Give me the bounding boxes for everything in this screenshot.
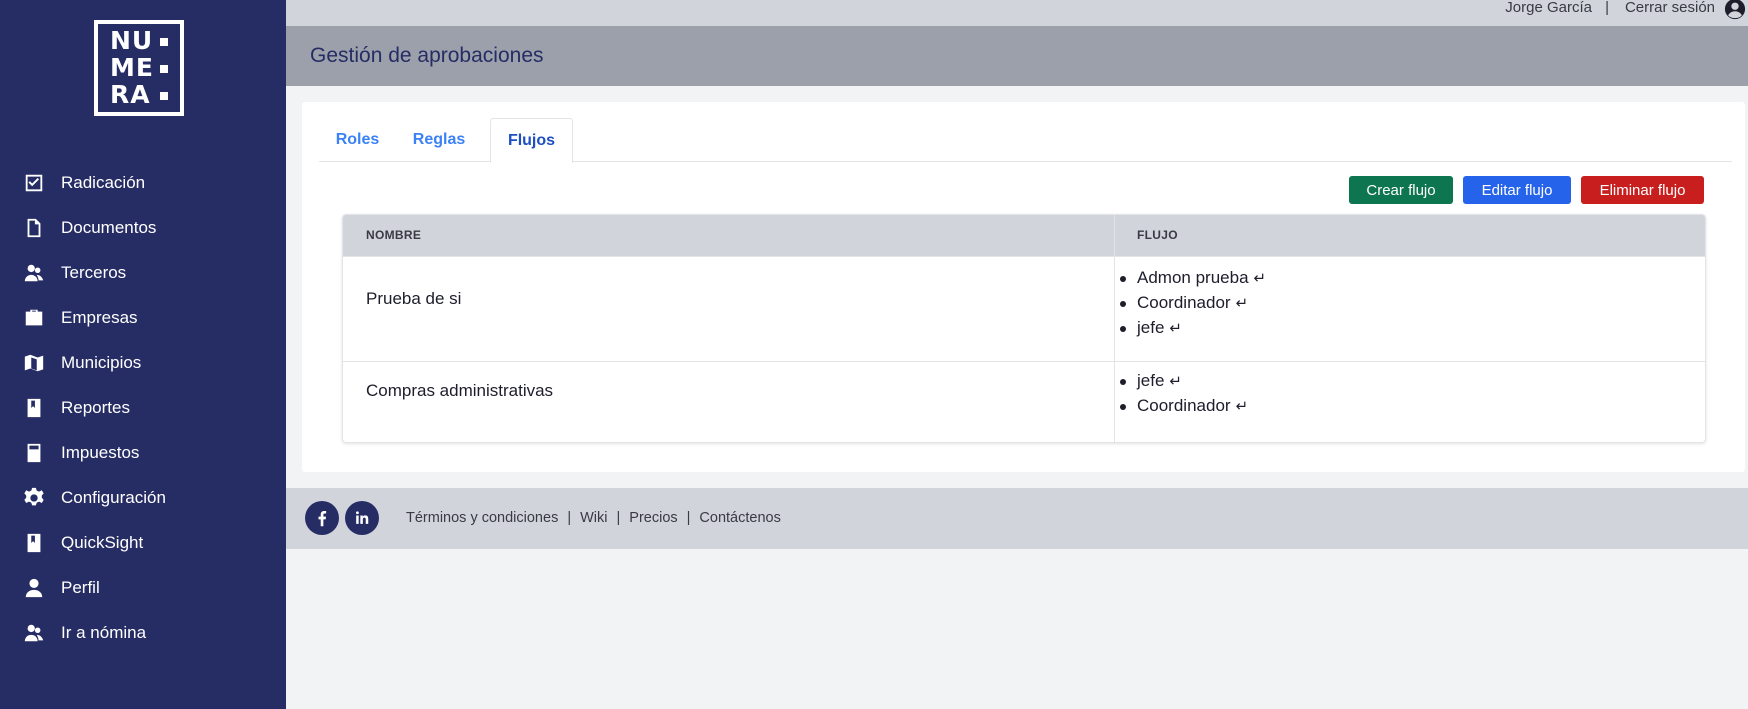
enter-arrow-icon: ↵	[1169, 373, 1182, 390]
logo-line-3: RA	[110, 80, 151, 109]
enter-arrow-icon: ↵	[1235, 398, 1249, 415]
tab-roles[interactable]: Roles	[319, 118, 396, 162]
numera-logo[interactable]: NU ME RA	[94, 20, 184, 116]
row-divider	[343, 361, 1705, 362]
flow-step: jefe ↵	[1119, 369, 1248, 394]
edit-flow-button[interactable]: Editar flujo	[1463, 176, 1571, 204]
flow-name-cell: Prueba de si	[366, 289, 462, 308]
sidebar-item-reportes[interactable]: Reportes	[0, 388, 286, 428]
create-flow-button[interactable]: Crear flujo	[1349, 176, 1453, 204]
logout-link[interactable]: Cerrar sesión	[1625, 0, 1715, 16]
footer: Términos y condiciones | Wiki | Precios …	[286, 488, 1748, 549]
logo-line-2: ME	[110, 53, 154, 82]
check-square-icon	[22, 171, 46, 195]
flow-step: jefe ↵	[1119, 316, 1266, 341]
user-circle-icon[interactable]	[1724, 0, 1746, 20]
footer-link-contact[interactable]: Contáctenos	[699, 510, 780, 526]
logo-line-1: NU	[110, 26, 154, 55]
column-divider	[1114, 215, 1115, 442]
sidebar-item-label: Reportes	[61, 398, 130, 417]
enter-arrow-icon: ↵	[1235, 295, 1249, 312]
footer-link-wiki[interactable]: Wiki	[580, 510, 607, 526]
flow-steps-list: jefe ↵ Coordinador ↵	[1119, 369, 1249, 419]
calculator-icon	[22, 441, 46, 465]
column-header-flujo: FLUJO	[1137, 228, 1178, 242]
flow-step: Coordinador ↵	[1119, 394, 1249, 419]
tab-flujos[interactable]: Flujos	[490, 118, 573, 163]
top-bar: Jorge García | Cerrar sesión	[286, 0, 1748, 26]
sidebar-item-label: Perfil	[61, 578, 100, 597]
enter-arrow-icon: ↵	[1253, 270, 1267, 287]
logo-dot	[160, 92, 168, 100]
sidebar-item-quicksight[interactable]: QuickSight	[0, 523, 286, 563]
sidebar-item-configuracion[interactable]: Configuración	[0, 478, 286, 518]
page-title: Gestión de aprobaciones	[310, 44, 544, 67]
user-name: Jorge García	[1505, 0, 1592, 16]
users-icon	[22, 621, 46, 645]
topbar-separator: |	[1605, 0, 1609, 16]
footer-link-terms[interactable]: Términos y condiciones	[406, 510, 558, 526]
footer-links: Términos y condiciones | Wiki | Precios …	[406, 510, 781, 526]
user-icon	[22, 576, 46, 600]
sidebar-item-ir-a-nomina[interactable]: Ir a nómina	[0, 613, 286, 653]
enter-arrow-icon: ↵	[1169, 320, 1182, 337]
sidebar-item-empresas[interactable]: Empresas	[0, 298, 286, 338]
sidebar-item-perfil[interactable]: Perfil	[0, 568, 286, 608]
tab-reglas[interactable]: Reglas	[396, 118, 482, 162]
flow-step: Coordinador ↵	[1119, 291, 1266, 316]
flow-step: Admon prueba ↵	[1119, 266, 1267, 291]
document-icon	[22, 216, 46, 240]
delete-flow-button[interactable]: Eliminar flujo	[1581, 176, 1704, 204]
map-icon	[22, 351, 46, 375]
linkedin-icon[interactable]	[345, 501, 379, 535]
sidebar-item-label: Radicación	[61, 173, 146, 192]
book-icon	[22, 531, 46, 555]
briefcase-icon	[22, 306, 46, 330]
tab-bar: Roles Reglas Flujos	[319, 118, 1732, 163]
users-icon	[22, 261, 46, 285]
sidebar-item-terceros[interactable]: Terceros	[0, 253, 286, 293]
flows-table: NOMBRE FLUJO Prueba de si Admon prueba ↵ …	[342, 214, 1706, 443]
sidebar: NU ME RA Radicación Documentos Terceros	[0, 0, 286, 709]
page-header: Gestión de aprobaciones	[286, 26, 1748, 86]
sidebar-item-label: Empresas	[61, 308, 138, 327]
sidebar-item-municipios[interactable]: Municipios	[0, 343, 286, 383]
gear-icon	[22, 486, 46, 510]
column-header-nombre: NOMBRE	[366, 228, 422, 242]
book-icon	[22, 396, 46, 420]
flow-steps-list: Admon prueba ↵ Coordinador ↵ jefe ↵	[1119, 266, 1267, 341]
content-card: Roles Reglas Flujos Crear flujo Editar f…	[302, 102, 1745, 472]
footer-separator: |	[616, 510, 621, 526]
sidebar-item-label: Terceros	[61, 263, 127, 282]
footer-link-prices[interactable]: Precios	[629, 510, 677, 526]
sidebar-item-label: QuickSight	[61, 533, 144, 552]
sidebar-item-label: Configuración	[61, 488, 166, 507]
row-divider	[343, 256, 1705, 257]
sidebar-item-label: Ir a nómina	[61, 623, 147, 642]
sidebar-item-radicacion[interactable]: Radicación	[0, 163, 286, 203]
flow-name-cell: Compras administrativas	[366, 381, 554, 400]
logo-dot	[160, 38, 168, 46]
sidebar-item-impuestos[interactable]: Impuestos	[0, 433, 286, 473]
table-header: NOMBRE FLUJO	[343, 215, 1705, 256]
sidebar-item-label: Municipios	[61, 353, 142, 372]
footer-separator: |	[567, 510, 572, 526]
footer-separator: |	[686, 510, 691, 526]
logo-dot	[160, 65, 168, 73]
sidebar-item-label: Documentos	[61, 218, 157, 237]
sidebar-item-documentos[interactable]: Documentos	[0, 208, 286, 248]
facebook-icon[interactable]	[305, 501, 339, 535]
sidebar-item-label: Impuestos	[61, 443, 140, 462]
